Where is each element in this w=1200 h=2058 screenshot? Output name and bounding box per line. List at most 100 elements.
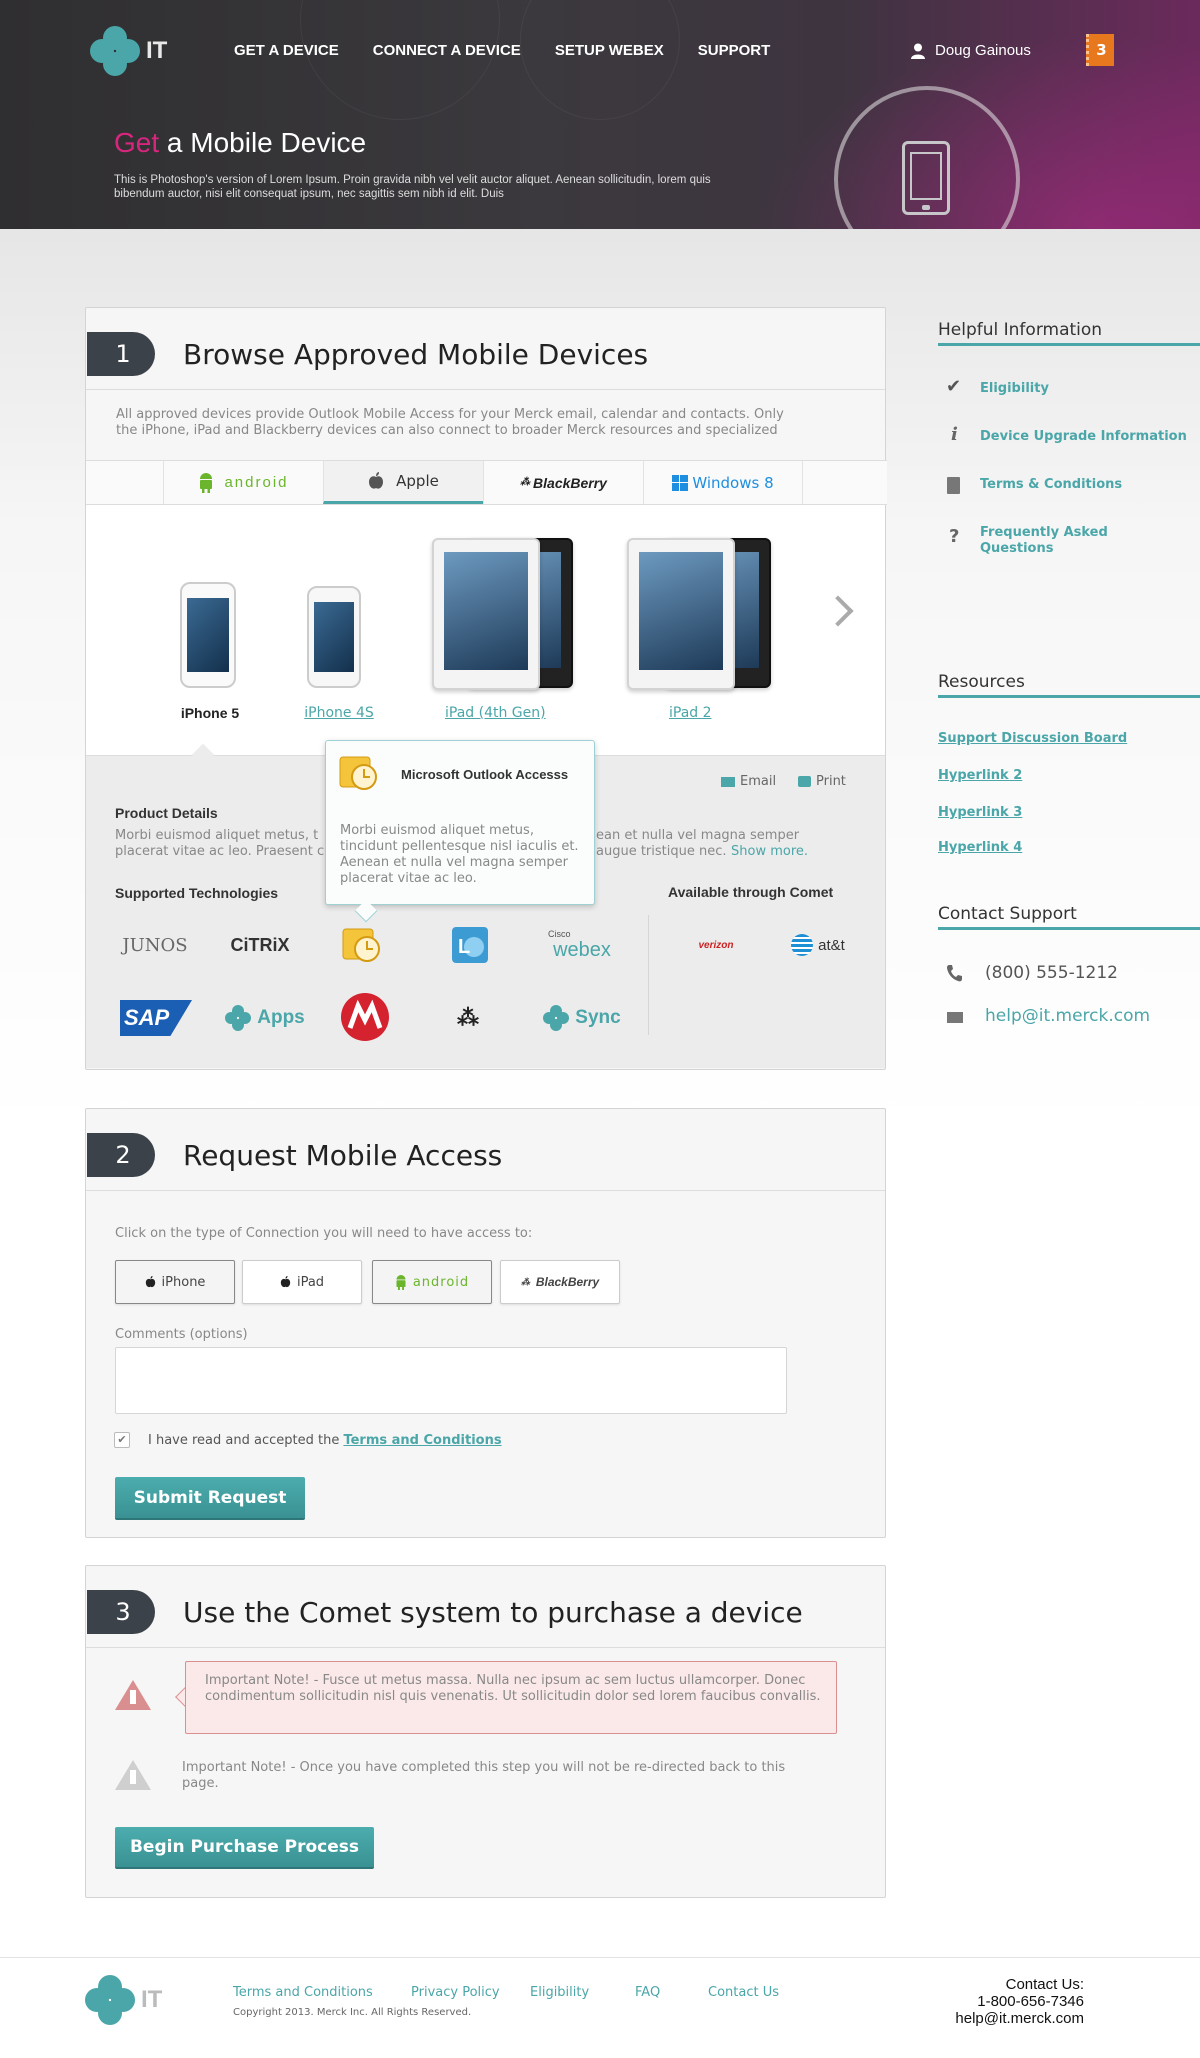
page-title: Get a Mobile Device (114, 127, 366, 159)
device-label[interactable]: iPad 2 (625, 705, 785, 721)
resource-link-discussion[interactable]: Support Discussion Board (938, 731, 1127, 746)
lync-logo[interactable]: L (448, 925, 492, 965)
device-iphone4s[interactable]: iPhone 4S (299, 586, 379, 721)
email-link[interactable]: Email (721, 774, 776, 789)
webex-label: webex (553, 938, 611, 961)
footer-link-eligibility[interactable]: Eligibility (530, 1985, 589, 2000)
print-link[interactable]: Print (798, 774, 846, 789)
tab-windows[interactable]: Windows 8 (643, 461, 803, 504)
merck-mark-icon (543, 1005, 570, 1031)
begin-purchase-button[interactable]: Begin Purchase Process (115, 1827, 374, 1869)
available-through-comet-heading: Available through Comet (668, 884, 834, 900)
connection-android-label: android (412, 1274, 470, 1290)
outlook-logo[interactable] (340, 925, 384, 965)
tab-android[interactable]: android (163, 461, 323, 504)
tab-blackberry-label: BlackBerry (533, 474, 607, 491)
iphone4s-image (307, 586, 361, 688)
footer-contact-title: Contact Us: (1005, 1976, 1084, 1993)
citrix-logo[interactable]: CiTRiX (220, 925, 300, 965)
header-banner: IT GET A DEVICE CONNECT A DEVICE SETUP W… (0, 0, 1200, 229)
tooltip-body: Morbi euismod aliquet metus, tincidunt p… (340, 823, 579, 886)
sidebar-link-eligibility[interactable]: Eligibility (980, 381, 1049, 397)
sidebar-link-terms[interactable]: Terms & Conditions (980, 477, 1122, 493)
sidebar-link-faq[interactable]: Frequently Asked Questions (980, 525, 1130, 557)
footer-link-faq[interactable]: FAQ (635, 1985, 660, 2000)
connection-iphone-button[interactable]: iPhone (115, 1260, 235, 1304)
step2-header: 2 Request Mobile Access (86, 1109, 885, 1191)
sidebar-link-device-upgrade[interactable]: Device Upgrade Information (980, 429, 1187, 445)
footer-contact-email[interactable]: help@it.merck.com (955, 2010, 1084, 2027)
mobileiron-logo[interactable] (340, 992, 390, 1042)
nav-support[interactable]: SUPPORT (698, 42, 771, 59)
user-menu[interactable]: Doug Gainous (911, 42, 1031, 59)
submit-request-button[interactable]: Submit Request (115, 1477, 305, 1520)
device-ipad4[interactable]: iPad (4th Gen) (427, 538, 587, 721)
show-more-link[interactable]: Show more. (731, 844, 808, 859)
printer-icon (798, 776, 811, 787)
product-details-text-right2: augue tristique nec. (596, 844, 727, 859)
user-icon (911, 43, 925, 59)
apple-icon (145, 1276, 155, 1288)
nav-setup-webex[interactable]: SETUP WEBEX (555, 42, 664, 59)
logo[interactable]: IT (90, 26, 167, 76)
nav-connect-a-device[interactable]: CONNECT A DEVICE (373, 42, 521, 59)
email-label: Email (740, 774, 777, 789)
connection-blackberry-button[interactable]: ⁂ BlackBerry (500, 1260, 620, 1304)
device-label[interactable]: iPhone 4S (299, 705, 379, 721)
resource-link-3[interactable]: Hyperlink 3 (938, 805, 1022, 820)
tab-blackberry[interactable]: ⁂ BlackBerry (483, 461, 643, 504)
footer-contact-phone: 1-800-656-7346 (977, 1993, 1084, 2010)
device-label[interactable]: iPad (4th Gen) (427, 705, 587, 721)
resource-link-2[interactable]: Hyperlink 2 (938, 768, 1022, 783)
blackberry-icon: ⁂ (520, 477, 531, 488)
info-icon: i (951, 424, 958, 445)
support-email[interactable]: help@it.merck.com (985, 1006, 1150, 1026)
envelope-icon (947, 1012, 963, 1023)
att-logo[interactable]: at&t (786, 930, 850, 960)
footer-link-contact[interactable]: Contact Us (708, 1985, 779, 2000)
nav-get-a-device[interactable]: GET A DEVICE (234, 42, 339, 59)
resources-heading: Resources (938, 672, 1025, 692)
lync-icon: L (452, 927, 488, 963)
blackberry-logo-icon[interactable]: ⁂ (448, 1000, 488, 1036)
question-icon: ? (949, 526, 960, 547)
cisco-label: Cisco (548, 928, 571, 939)
ipad4-image (432, 538, 540, 690)
junos-logo[interactable]: JUNOS (115, 925, 195, 965)
device-ipad2[interactable]: iPad 2 (625, 538, 785, 721)
tab-apple[interactable]: Apple (323, 461, 483, 504)
footer-link-terms[interactable]: Terms and Conditions (233, 1985, 373, 2000)
tech-divider (648, 915, 649, 1035)
notification-badge[interactable]: 3 (1086, 34, 1114, 66)
resource-link-4[interactable]: Hyperlink 4 (938, 840, 1022, 855)
apps-logo[interactable]: Apps (225, 1000, 305, 1036)
comments-textarea[interactable] (115, 1347, 787, 1414)
footer-contact: Contact Us: 1-800-656-7346 help@it.merck… (955, 1976, 1084, 2027)
device-iphone5[interactable]: iPhone 5 (170, 580, 250, 721)
step2-panel: 2 Request Mobile Access (85, 1108, 886, 1538)
bg-circle (520, 0, 680, 120)
user-name: Doug Gainous (935, 42, 1031, 59)
footer-link-privacy[interactable]: Privacy Policy (411, 1985, 500, 2000)
terms-link[interactable]: Terms and Conditions (343, 1433, 501, 1448)
connection-ipad-button[interactable]: iPad (242, 1260, 362, 1304)
apple-icon (280, 1276, 291, 1288)
sync-logo[interactable]: Sync (540, 1000, 624, 1036)
verizon-logo[interactable]: verizon (684, 930, 748, 960)
footer-logo[interactable]: IT (85, 1975, 162, 2025)
att-globe-icon (791, 934, 814, 956)
contact-support-heading: Contact Support (938, 904, 1077, 924)
android-icon (396, 1274, 406, 1290)
step3-header: 3 Use the Comet system to purchase a dev… (86, 1566, 885, 1648)
connection-android-button[interactable]: android (372, 1260, 492, 1304)
helpful-information-heading: Helpful Information (938, 320, 1103, 340)
tab-apple-label: Apple (396, 472, 439, 490)
webex-logo[interactable]: Cisco webex (542, 920, 622, 970)
terms-checkbox[interactable]: ✔ (114, 1432, 130, 1448)
step2-number: 2 (87, 1133, 155, 1177)
step1-title: Browse Approved Mobile Devices (183, 338, 649, 371)
supported-technologies-heading: Supported Technologies (115, 885, 279, 901)
step3-number: 3 (87, 1590, 155, 1634)
att-label: at&t (818, 936, 845, 954)
connection-prompt: Click on the type of Connection you will… (115, 1226, 533, 1241)
